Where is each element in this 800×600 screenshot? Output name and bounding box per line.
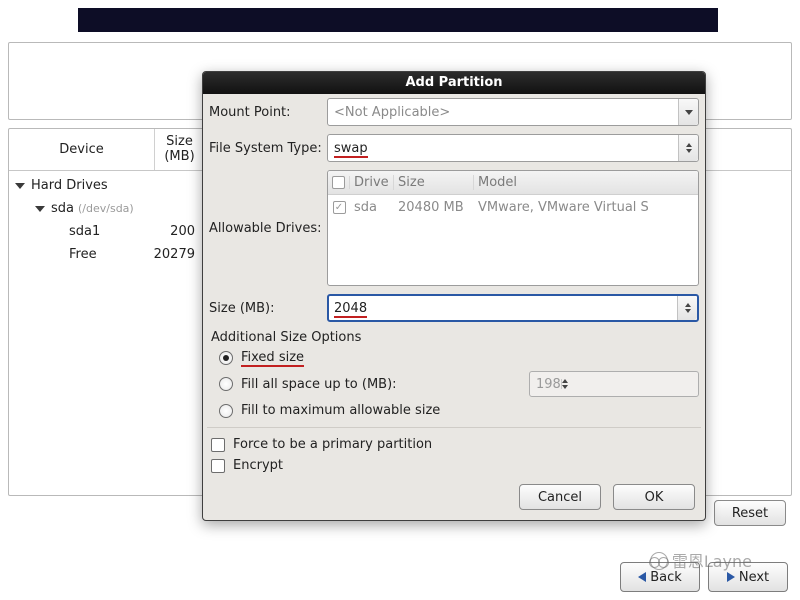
mount-point-label: Mount Point: [209, 105, 327, 120]
top-banner [78, 8, 718, 32]
fstype-row: File System Type: swap [203, 130, 705, 166]
size-label: Size (MB): [209, 301, 327, 316]
drive-row-checkbox[interactable]: ✓ [333, 201, 346, 214]
chevron-down-icon[interactable] [678, 99, 698, 125]
fstype-label: File System Type: [209, 141, 327, 156]
partition-size: 200 [135, 224, 195, 239]
drive-row-model: VMware, VMware Virtual S [474, 200, 698, 215]
next-button[interactable]: Next [708, 562, 788, 592]
checkbox-encrypt[interactable] [211, 459, 225, 473]
free-size: 20279 [135, 247, 195, 262]
add-partition-dialog: Add Partition Mount Point: <Not Applicab… [202, 71, 706, 521]
fstype-value: swap [334, 141, 368, 156]
next-label: Next [739, 570, 769, 585]
mount-point-combo[interactable]: <Not Applicable> [327, 98, 699, 126]
chevron-updown-icon[interactable] [678, 135, 698, 161]
drive-header-model[interactable]: Model [474, 175, 698, 190]
drive-row-name: sda [350, 200, 394, 215]
dialog-buttons: Cancel OK [203, 476, 705, 520]
radio-fill-max[interactable] [219, 404, 233, 418]
spinner-buttons-disabled [561, 379, 568, 389]
ok-button[interactable]: OK [613, 484, 695, 510]
arrow-left-icon [638, 572, 646, 582]
column-size[interactable]: Size (MB) [155, 129, 205, 170]
chevron-down-icon[interactable] [15, 183, 25, 189]
drive-row-size: 20480 MB [394, 200, 474, 215]
option-fill-max[interactable]: Fill to maximum allowable size [203, 400, 705, 421]
separator [207, 427, 701, 428]
tree-label: sda [51, 201, 74, 216]
allowable-drives-row: Allowable Drives: Drive Size Model ✓ sda… [203, 166, 705, 290]
tree-label: sda1 [69, 224, 100, 239]
chevron-down-icon[interactable] [35, 206, 45, 212]
allowable-drives-list[interactable]: Drive Size Model ✓ sda 20480 MB VMware, … [327, 170, 699, 286]
tree-label: Hard Drives [31, 178, 108, 193]
size-row: Size (MB): 2048 [203, 290, 705, 326]
drive-row[interactable]: ✓ sda 20480 MB VMware, VMware Virtual S [328, 195, 698, 219]
column-device[interactable]: Device [9, 129, 155, 170]
fill-up-to-value: 198 [536, 377, 561, 392]
additional-size-options-label: Additional Size Options [203, 326, 705, 347]
mount-point-row: Mount Point: <Not Applicable> [203, 94, 705, 130]
option-fill-up-to[interactable]: Fill all space up to (MB): 198 [203, 368, 705, 400]
dialog-title: Add Partition [203, 72, 705, 94]
size-input[interactable]: 2048 [327, 294, 699, 322]
mount-point-value: <Not Applicable> [334, 105, 450, 120]
radio-fixed-size[interactable] [219, 351, 233, 365]
encrypt-label: Encrypt [233, 458, 283, 473]
drive-list-header: Drive Size Model [328, 171, 698, 195]
arrow-right-icon [727, 572, 735, 582]
radio-fill-up-to[interactable] [219, 377, 233, 391]
option-fill-max-label: Fill to maximum allowable size [241, 403, 440, 418]
fstype-combo[interactable]: swap [327, 134, 699, 162]
checkbox-force-primary[interactable] [211, 438, 225, 452]
cancel-button[interactable]: Cancel [519, 484, 601, 510]
drive-header-drive[interactable]: Drive [350, 175, 394, 190]
option-encrypt[interactable]: Encrypt [203, 455, 705, 476]
drive-header-checkbox[interactable] [328, 176, 350, 189]
nav-buttons: Back Next [620, 562, 788, 592]
option-fill-up-to-label: Fill all space up to (MB): [241, 377, 397, 392]
back-label: Back [650, 570, 682, 585]
tree-label: Free [69, 247, 97, 262]
option-force-primary[interactable]: Force to be a primary partition [203, 434, 705, 455]
spinner-buttons[interactable] [677, 296, 697, 320]
drive-header-size[interactable]: Size [394, 175, 474, 190]
size-value: 2048 [334, 301, 367, 316]
allowable-drives-label: Allowable Drives: [209, 221, 327, 236]
column-size-line1: Size [166, 135, 193, 149]
device-path: (/dev/sda) [78, 202, 134, 215]
option-fixed-size[interactable]: Fixed size [203, 347, 705, 368]
option-fixed-size-label: Fixed size [241, 350, 304, 365]
fill-up-to-input: 198 [529, 371, 699, 397]
back-button[interactable]: Back [620, 562, 700, 592]
column-size-line2: (MB) [164, 150, 194, 164]
force-primary-label: Force to be a primary partition [233, 437, 432, 452]
reset-button[interactable]: Reset [714, 500, 786, 526]
